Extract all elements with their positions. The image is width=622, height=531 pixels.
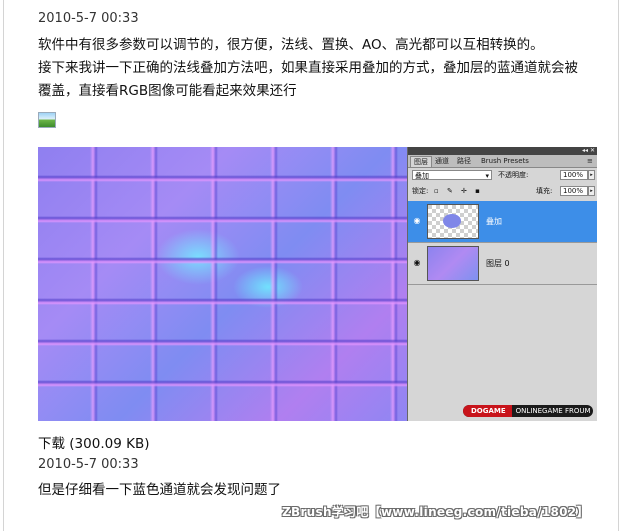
post-timestamp-2: 2010-5-7 00:33	[38, 457, 139, 472]
post-text-line-2: 接下来我讲一下正确的法线叠加方法吧，如果直接采用叠加的方式，叠加层的蓝通道就会被	[38, 60, 578, 76]
layers-empty-area	[408, 285, 597, 421]
panel-tabs: 图层 通道 路径 Brush Presets ≡	[408, 155, 597, 168]
lock-label: 锁定:	[412, 187, 429, 195]
panel-titlebar: ◂◂ ✕	[408, 147, 597, 155]
visibility-eye-icon[interactable]: ◉	[412, 216, 422, 226]
site-watermark: ZBrush学习吧【www.lineeg.com/tieba/1802】	[282, 505, 589, 519]
content-left-border	[3, 0, 4, 531]
opacity-input[interactable]: 100%	[560, 170, 588, 180]
tab-channels[interactable]: 通道	[432, 156, 452, 166]
image-placeholder-icon[interactable]	[38, 112, 56, 128]
layer-row-overlay[interactable]: ◉ 叠加	[408, 201, 597, 243]
dogame-watermark-badge: DOGAME ONLINEGAME FROUM	[463, 405, 593, 417]
fill-label: 填充:	[536, 187, 553, 195]
badge-brand: DOGAME	[463, 405, 512, 417]
post-2-text-line-1: 但是仔细看一下蓝色通道就会发现问题了	[38, 482, 281, 498]
dropdown-arrow-icon: ▾	[485, 172, 489, 180]
badge-text: ONLINEGAME FROUM	[515, 407, 591, 415]
visibility-eye-icon[interactable]: ◉	[412, 258, 422, 268]
download-link[interactable]: 下载 (300.09 KB)	[38, 432, 149, 452]
post-text-line-3: 覆盖，直接看RGB图像可能看起来效果还行	[38, 83, 297, 99]
post-timestamp: 2010-5-7 00:33	[38, 11, 139, 26]
blend-mode-value: 叠加	[415, 172, 429, 180]
blend-row: 叠加 ▾ 不透明度: 100% ▸	[408, 169, 597, 182]
post-text-line-1: 软件中有很多参数可以调节的，很方便，法线、置换、AO、高光都可以互相转换的。	[38, 37, 544, 53]
normal-map-brick-texture	[38, 147, 407, 421]
attached-screenshot[interactable]: ◂◂ ✕ 图层 通道 路径 Brush Presets ≡ 叠加 ▾ 不透明度:…	[38, 147, 597, 421]
layer-name: 图层 0	[486, 259, 510, 268]
layers-panel: ◂◂ ✕ 图层 通道 路径 Brush Presets ≡ 叠加 ▾ 不透明度:…	[407, 147, 597, 421]
fill-slider-arrow-icon[interactable]: ▸	[588, 186, 595, 196]
thumbnail-shape	[443, 214, 461, 228]
opacity-label: 不透明度:	[498, 171, 529, 179]
panel-menu-icon[interactable]: ≡	[584, 156, 596, 166]
layer-thumbnail	[427, 246, 479, 281]
lock-options-icons[interactable]: ▫ ✎ ✛ ▪	[434, 187, 483, 195]
fill-input[interactable]: 100%	[560, 186, 588, 196]
tab-brush-presets[interactable]: Brush Presets	[478, 156, 532, 166]
tab-paths[interactable]: 路径	[454, 156, 474, 166]
panel-collapse-icon[interactable]: ◂◂ ✕	[582, 147, 595, 155]
content-right-border	[618, 0, 619, 531]
opacity-slider-arrow-icon[interactable]: ▸	[588, 170, 595, 180]
layer-row-layer0[interactable]: ◉ 图层 0	[408, 243, 597, 285]
tab-layers[interactable]: 图层	[410, 156, 432, 167]
layer-name: 叠加	[486, 217, 502, 226]
lock-row: 锁定: ▫ ✎ ✛ ▪ 填充: 100% ▸	[408, 185, 597, 198]
layer-thumbnail	[427, 204, 479, 239]
blend-mode-select[interactable]: 叠加 ▾	[412, 170, 492, 180]
